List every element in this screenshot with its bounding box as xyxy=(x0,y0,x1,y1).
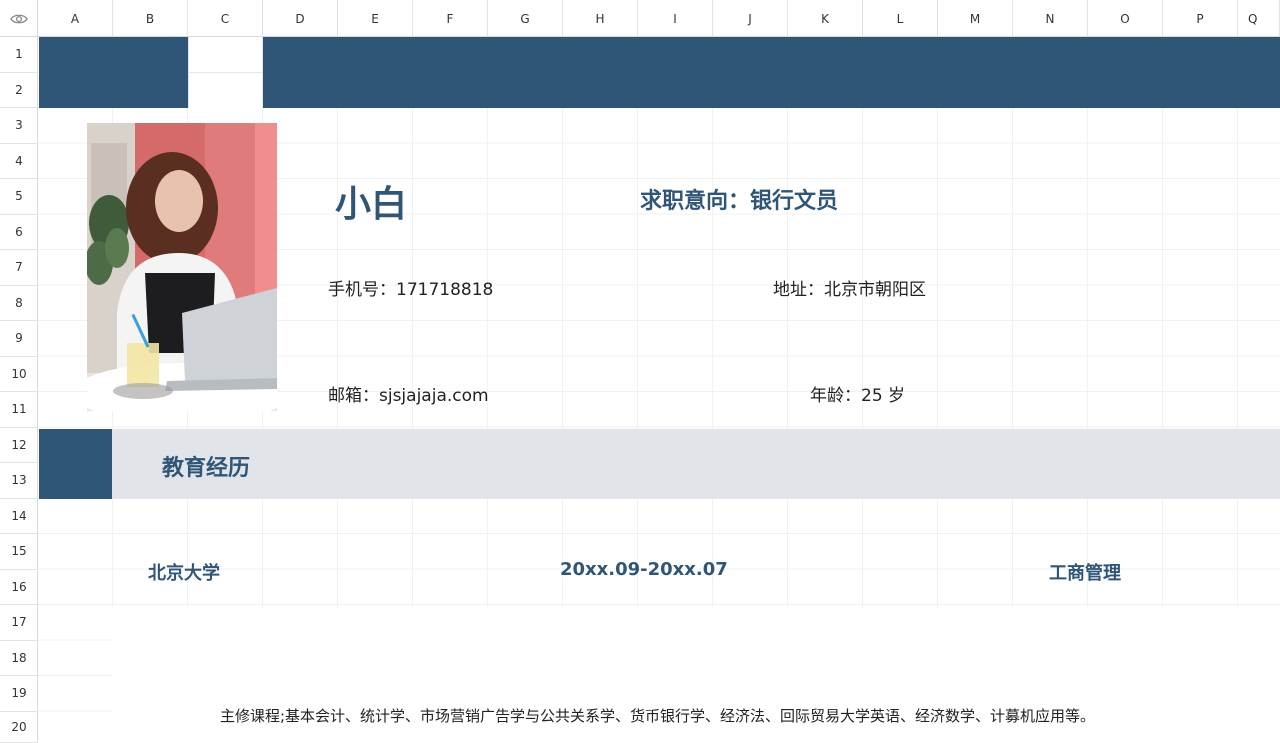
column-header-b[interactable]: B xyxy=(113,0,188,37)
row-header-2[interactable]: 2 xyxy=(0,73,38,108)
column-header-k[interactable]: K xyxy=(788,0,863,37)
major: 工商管理 xyxy=(1049,563,1121,584)
column-header: A B C D E F G H I J K L M N O P Q xyxy=(0,0,1280,37)
column-header-d[interactable]: D xyxy=(263,0,338,37)
row-header-12[interactable]: 12 xyxy=(0,428,38,463)
row-header-6[interactable]: 6 xyxy=(0,215,38,250)
row-header-15[interactable]: 15 xyxy=(0,534,38,570)
column-header-g[interactable]: G xyxy=(488,0,563,37)
row-header-13[interactable]: 13 xyxy=(0,463,38,499)
address-field: 地址：北京市朝阳区 xyxy=(773,280,926,300)
row-header-9[interactable]: 9 xyxy=(0,321,38,357)
column-header-f[interactable]: F xyxy=(413,0,488,37)
row-header-5[interactable]: 5 xyxy=(0,179,38,215)
row-header-10[interactable]: 10 xyxy=(0,357,38,392)
row-header-14[interactable]: 14 xyxy=(0,499,38,534)
select-all-corner[interactable] xyxy=(0,0,38,37)
row-header-18[interactable]: 18 xyxy=(0,641,38,676)
education-section-bar xyxy=(112,429,1280,499)
job-intent: 求职意向：银行文员 xyxy=(640,189,839,214)
row-header: 1 2 3 4 5 6 7 8 9 10 11 12 13 14 15 16 1… xyxy=(0,37,38,743)
column-header-q[interactable]: Q xyxy=(1238,0,1280,37)
profile-photo xyxy=(87,123,277,411)
phone-field: 手机号：171718818 xyxy=(328,280,494,300)
candidate-name: 小白 xyxy=(335,184,408,225)
age-field: 年龄：25 岁 xyxy=(810,386,906,406)
column-header-e[interactable]: E xyxy=(338,0,413,37)
column-header-n[interactable]: N xyxy=(1013,0,1088,37)
column-header-o[interactable]: O xyxy=(1088,0,1163,37)
school-name: 北京大学 xyxy=(148,563,220,584)
column-header-p[interactable]: P xyxy=(1163,0,1238,37)
row-header-3[interactable]: 3 xyxy=(0,108,38,144)
column-header-m[interactable]: M xyxy=(938,0,1013,37)
education-section-title: 教育经历 xyxy=(162,456,251,481)
section-marker xyxy=(39,429,112,499)
header-gap-cells[interactable] xyxy=(188,37,263,108)
header-banner-left xyxy=(39,37,188,108)
column-header-c[interactable]: C xyxy=(188,0,263,37)
courses-text: 主修课程;基本会计、统计学、市场营销广告学与公共关系学、货币银行学、经济法、回际… xyxy=(220,707,1096,725)
row-header-19[interactable]: 19 xyxy=(0,676,38,712)
email-field: 邮箱：sjsjajaja.com xyxy=(328,386,489,406)
header-banner-right xyxy=(263,37,1280,108)
eye-icon[interactable] xyxy=(9,13,28,25)
column-header-j[interactable]: J xyxy=(713,0,788,37)
column-header-a[interactable]: A xyxy=(38,0,113,37)
row-header-7[interactable]: 7 xyxy=(0,250,38,286)
row-header-1[interactable]: 1 xyxy=(0,37,38,73)
column-header-i[interactable]: I xyxy=(638,0,713,37)
row-header-16[interactable]: 16 xyxy=(0,570,38,605)
column-header-l[interactable]: L xyxy=(863,0,938,37)
row-header-8[interactable]: 8 xyxy=(0,286,38,321)
spreadsheet: A B C D E F G H I J K L M N O P Q 1 2 3 … xyxy=(0,0,1280,743)
column-header-h[interactable]: H xyxy=(563,0,638,37)
study-period: 20xx.09-20xx.07 xyxy=(560,559,728,580)
row-header-11[interactable]: 11 xyxy=(0,392,38,428)
row-header-17[interactable]: 17 xyxy=(0,605,38,641)
row-header-20[interactable]: 20 xyxy=(0,712,38,743)
row-header-4[interactable]: 4 xyxy=(0,144,38,179)
